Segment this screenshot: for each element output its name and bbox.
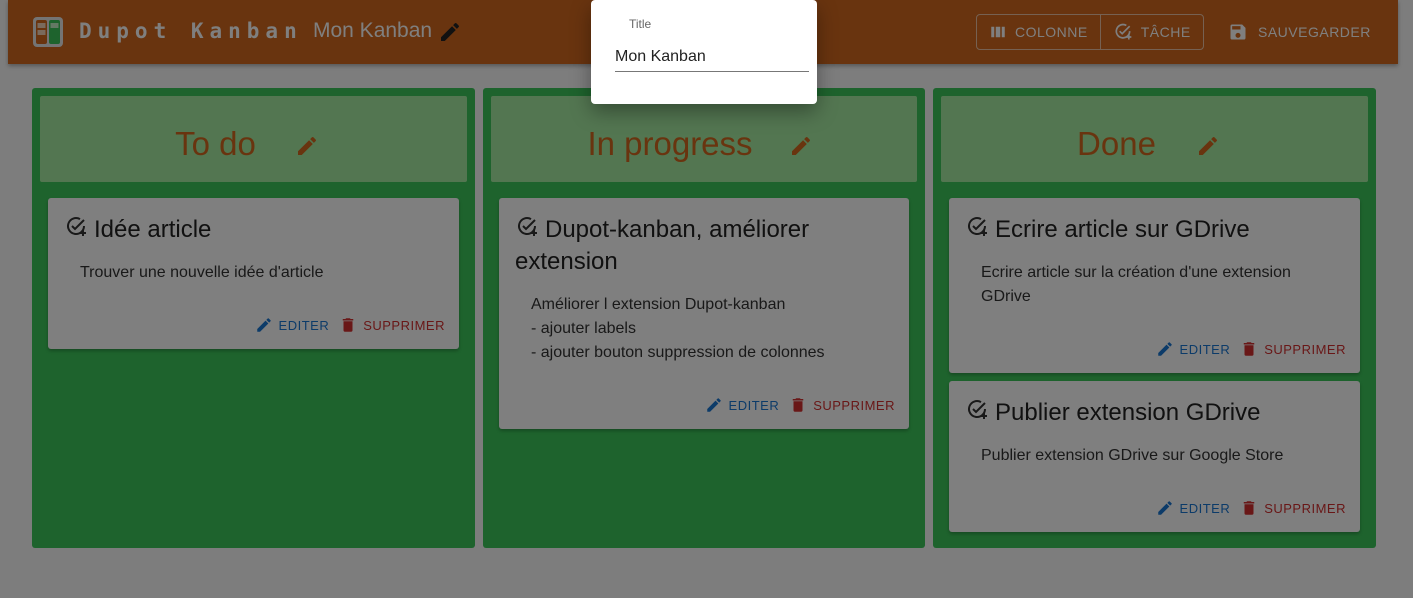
title-input[interactable] [615, 42, 809, 72]
title-field-label: Title [629, 17, 652, 31]
edit-title-dialog: Title [591, 0, 817, 104]
